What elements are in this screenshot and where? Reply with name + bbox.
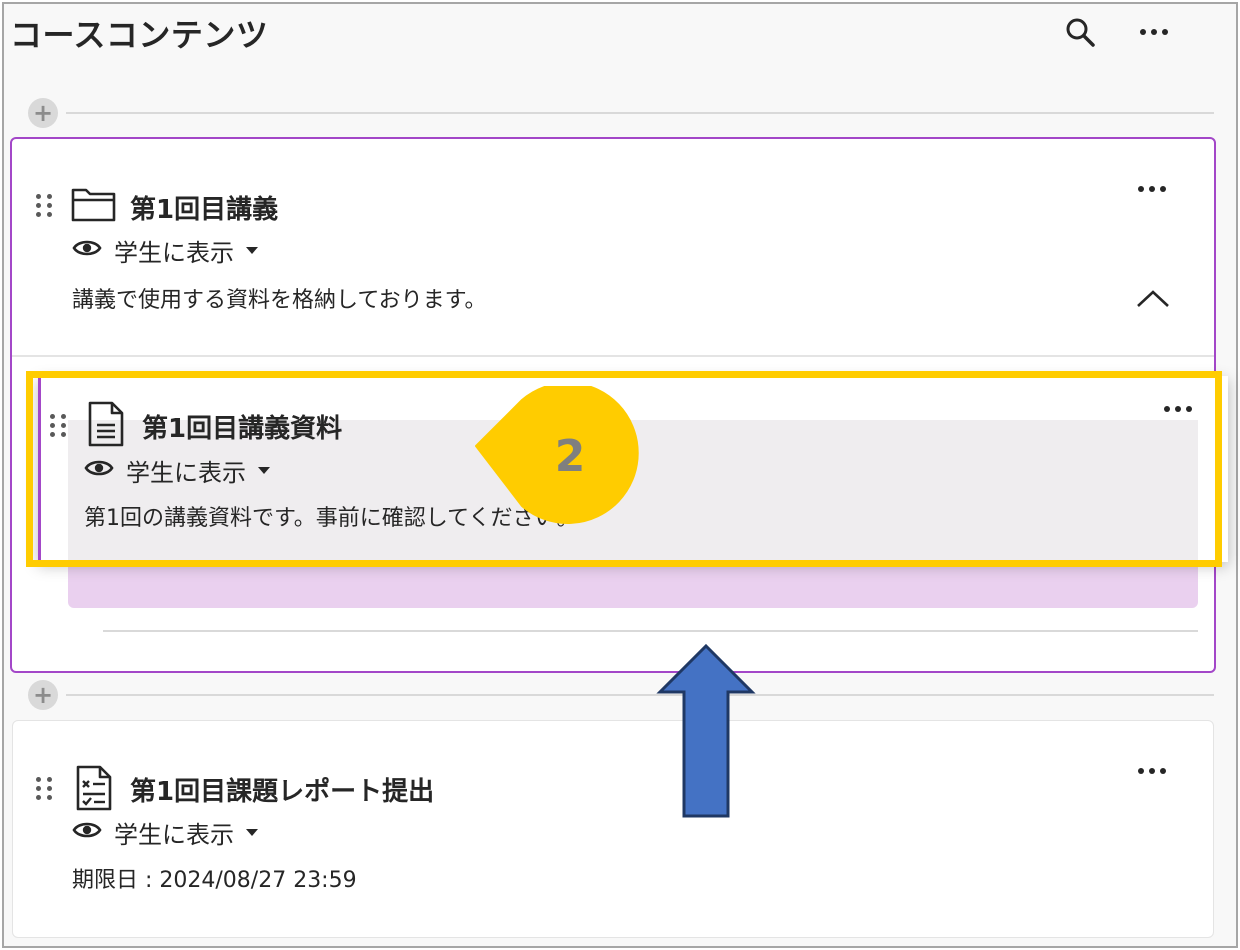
- folder-description: 講義で使用する資料を格納しております。: [72, 288, 487, 313]
- add-content-divider-bottom[interactable]: +: [28, 680, 1214, 710]
- drop-zone: [68, 565, 1198, 608]
- eye-icon: [72, 819, 102, 845]
- divider-line: [66, 112, 1214, 114]
- folder-visibility-dropdown[interactable]: 学生に表示: [72, 234, 258, 267]
- assignment-title[interactable]: 第1回目課題レポート提出: [130, 771, 434, 808]
- folder-title[interactable]: 第1回目講義: [130, 189, 278, 226]
- assignment-more-icon[interactable]: [1132, 756, 1172, 786]
- visibility-label: 学生に表示: [114, 820, 234, 849]
- folder-header-separator: [12, 355, 1214, 357]
- assignment-visibility-dropdown[interactable]: 学生に表示: [72, 816, 258, 849]
- assignment-due-date: 期限日 : 2024/08/27 23:59: [72, 868, 357, 893]
- eye-icon: [84, 457, 114, 483]
- folder-icon: [70, 184, 118, 228]
- caret-down-icon: [246, 246, 258, 254]
- visibility-label: 学生に表示: [126, 458, 246, 487]
- search-icon[interactable]: [1062, 14, 1098, 50]
- folder-more-icon[interactable]: [1132, 174, 1172, 204]
- add-content-plus-icon[interactable]: +: [28, 98, 58, 128]
- add-content-divider-top[interactable]: +: [28, 98, 1214, 128]
- drag-handle-icon[interactable]: [36, 190, 54, 220]
- add-content-plus-icon[interactable]: +: [28, 680, 58, 710]
- caret-down-icon: [246, 828, 258, 836]
- dragged-item-visibility-dropdown[interactable]: 学生に表示: [84, 454, 270, 487]
- caret-down-icon: [258, 466, 270, 474]
- drag-handle-icon[interactable]: [36, 773, 54, 803]
- dragged-item-more-icon[interactable]: [1158, 394, 1198, 424]
- arrow-up-annotation-icon: [656, 642, 756, 820]
- eye-icon: [72, 237, 102, 263]
- document-icon: [86, 400, 126, 452]
- dragged-item-title[interactable]: 第1回目講義資料: [142, 408, 342, 445]
- visibility-label: 学生に表示: [114, 238, 234, 267]
- callout-number: 2: [554, 430, 586, 482]
- drag-handle-icon[interactable]: [50, 410, 68, 440]
- assignment-icon: [74, 764, 114, 816]
- chevron-up-icon[interactable]: [1134, 284, 1172, 314]
- more-options-icon[interactable]: [1134, 14, 1174, 50]
- page-title: コースコンテンツ: [10, 16, 269, 54]
- folder-inner-divider: [103, 630, 1198, 632]
- divider-line: [66, 694, 1214, 696]
